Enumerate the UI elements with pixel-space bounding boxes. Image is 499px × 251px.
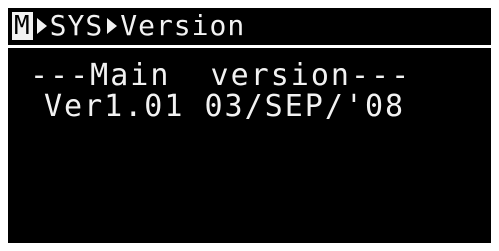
triangle-right-icon: [107, 18, 118, 34]
breadcrumb-version: Version: [120, 9, 246, 42]
menu-root-badge: M: [12, 11, 33, 41]
lcd-screen: M SYS Version ---Main version--- Ver1.01…: [8, 8, 491, 243]
title-bar: M SYS Version: [8, 8, 491, 48]
triangle-right-icon: [36, 18, 47, 34]
breadcrumb-sys: SYS: [49, 9, 104, 42]
device-bezel: M SYS Version ---Main version--- Ver1.01…: [0, 0, 499, 251]
version-info-text: Ver1.01 03/SEP/'08: [44, 89, 406, 124]
breadcrumb: M SYS Version: [12, 11, 245, 41]
main-version-heading: ---Main version---: [30, 58, 412, 93]
